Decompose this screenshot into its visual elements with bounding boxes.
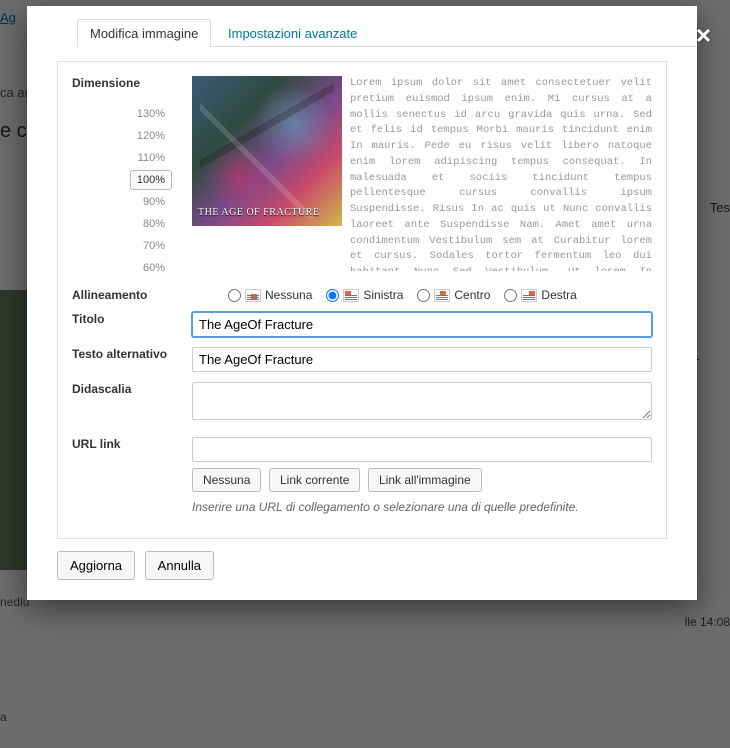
size-option-100[interactable]: 100% bbox=[130, 170, 172, 190]
modal-footer: Aggiorna Annulla bbox=[57, 551, 667, 580]
link-image-button[interactable]: Link all'immagine bbox=[368, 468, 482, 492]
tab-advanced-settings[interactable]: Impostazioni avanzate bbox=[215, 19, 370, 47]
align-center-icon bbox=[434, 289, 450, 302]
align-none[interactable]: Nessuna bbox=[228, 288, 312, 302]
tab-edit-image[interactable]: Modifica immagine bbox=[77, 19, 211, 47]
align-right-icon bbox=[521, 289, 537, 302]
url-helper-text: Inserire una URL di collegamento o selez… bbox=[192, 500, 652, 514]
caption-label: Didascalia bbox=[72, 382, 192, 423]
align-right-radio[interactable] bbox=[504, 289, 517, 302]
link-current-button[interactable]: Link corrente bbox=[269, 468, 360, 492]
align-left-radio[interactable] bbox=[326, 289, 339, 302]
size-option-120[interactable]: 120% bbox=[130, 126, 172, 146]
alignment-label: Allineamento bbox=[72, 288, 192, 302]
dimension-label: Dimensione bbox=[72, 76, 192, 90]
update-button[interactable]: Aggiorna bbox=[57, 551, 135, 580]
align-right[interactable]: Destra bbox=[504, 288, 576, 302]
size-option-60[interactable]: 60% bbox=[132, 258, 172, 278]
align-center-radio[interactable] bbox=[417, 289, 430, 302]
title-input[interactable] bbox=[192, 312, 652, 337]
url-label: URL link bbox=[72, 437, 192, 514]
link-none-button[interactable]: Nessuna bbox=[192, 468, 261, 492]
close-icon[interactable]: × bbox=[696, 20, 711, 51]
preview-caption: THE AGE OF FRACTURE bbox=[198, 207, 319, 218]
size-option-80[interactable]: 80% bbox=[132, 214, 172, 234]
preview-image: THE AGE OF FRACTURE bbox=[192, 76, 342, 226]
align-none-radio[interactable] bbox=[228, 289, 241, 302]
size-option-110[interactable]: 110% bbox=[131, 148, 172, 168]
preview-lorem-text: Lorem ipsum dolor sit amet consectetuer … bbox=[350, 76, 652, 271]
align-right-label: Destra bbox=[541, 288, 576, 302]
modal-content: Dimensione 130%120%110%100%90%80%70%60% … bbox=[57, 61, 667, 539]
size-option-70[interactable]: 70% bbox=[132, 236, 172, 256]
alt-text-input[interactable] bbox=[192, 347, 652, 372]
title-label: Titolo bbox=[72, 312, 192, 337]
align-center[interactable]: Centro bbox=[417, 288, 490, 302]
size-list: 130%120%110%100%90%80%70%60% bbox=[72, 104, 192, 280]
align-center-label: Centro bbox=[454, 288, 490, 302]
align-left[interactable]: Sinistra bbox=[326, 288, 403, 302]
size-option-130[interactable]: 130% bbox=[130, 104, 172, 124]
image-edit-modal: × Modifica immagine Impostazioni avanzat… bbox=[27, 6, 697, 600]
modal-tabs: Modifica immagine Impostazioni avanzate bbox=[77, 18, 697, 47]
size-option-90[interactable]: 90% bbox=[132, 192, 172, 212]
url-input[interactable] bbox=[192, 437, 652, 462]
cancel-button[interactable]: Annulla bbox=[145, 551, 214, 580]
alt-label: Testo alternativo bbox=[72, 347, 192, 372]
align-none-icon bbox=[245, 289, 261, 302]
align-left-label: Sinistra bbox=[363, 288, 403, 302]
align-left-icon bbox=[343, 289, 359, 302]
align-none-label: Nessuna bbox=[265, 288, 312, 302]
caption-textarea[interactable] bbox=[192, 382, 652, 420]
